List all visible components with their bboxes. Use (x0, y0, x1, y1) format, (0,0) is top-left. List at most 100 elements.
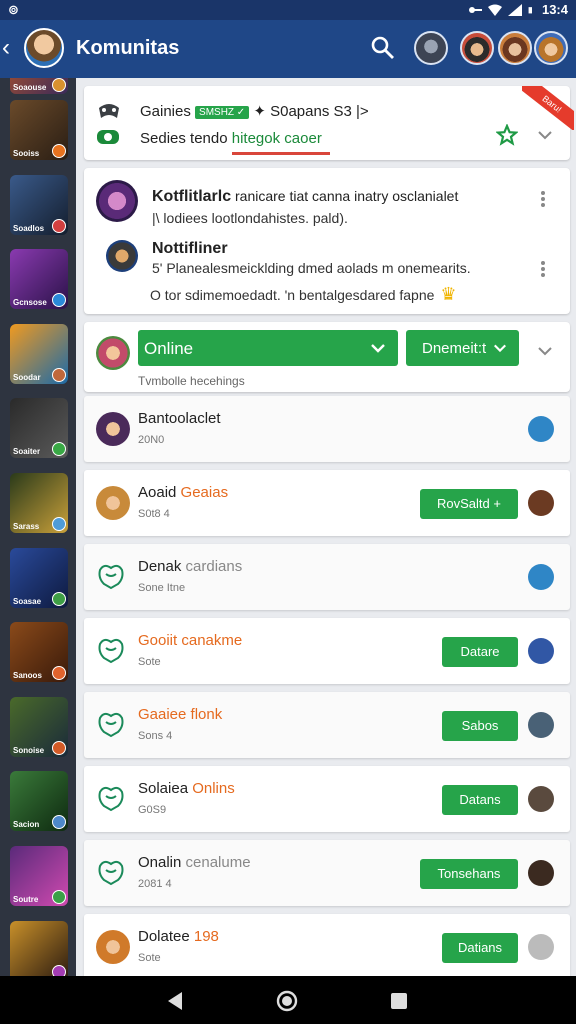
friend-tag: Gaaiee flonk (138, 706, 223, 723)
battery-icon (528, 6, 532, 13)
friend-row[interactable]: Gooiit canakme Sote Datare (84, 618, 570, 684)
sidebar-game-tile[interactable]: Soaiter (10, 398, 68, 459)
status-badge (528, 416, 554, 442)
game-info-card: Gainies SMSHZ ✓ ✦ S0apans S3 |> Sedies t… (84, 86, 574, 160)
home-nav-icon[interactable] (276, 990, 298, 1012)
friend-subtitle: 20N0 (138, 434, 165, 446)
member-avatar[interactable] (498, 31, 532, 65)
sidebar-game-tile[interactable]: Gcnsose (10, 249, 68, 310)
chevron-down-icon (494, 344, 506, 353)
notifications-card: Kotflitlarlc ranicare tiat canna inatry … (84, 168, 570, 314)
friend-row[interactable]: Gaaiee flonk Sons 4 Sabos (84, 692, 570, 758)
game-highlight-link[interactable]: hitegok caoer (232, 130, 322, 147)
app-bar: ‹ Komunitas (0, 20, 576, 78)
friend-tag: Onlins (192, 780, 235, 797)
sidebar-game-tile[interactable]: Soadlos (10, 174, 68, 235)
new-ribbon: Baru! (522, 86, 574, 130)
friend-subtitle: Sote (138, 952, 161, 964)
sidebar-game-tile[interactable]: Sooiss (10, 100, 68, 160)
sidebar-game-tile[interactable]: Sacion (10, 771, 68, 832)
heart-chat-icon (98, 638, 124, 664)
clock: 13:4 (541, 2, 568, 17)
more-options-icon[interactable] (540, 190, 546, 208)
search-icon[interactable] (370, 35, 396, 61)
signal-icon (507, 3, 522, 16)
recents-nav-icon[interactable] (388, 990, 410, 1012)
status-badge (528, 860, 554, 886)
heart-chat-icon (98, 564, 124, 590)
more-options-icon[interactable] (540, 260, 546, 278)
favorite-star-icon[interactable] (496, 124, 518, 146)
friend-tag: Gooiit canakme (138, 632, 243, 649)
friend-action-button[interactable]: Datians (442, 933, 518, 963)
status-badge (52, 517, 66, 531)
sidebar-game-tile[interactable]: Soutre (10, 846, 68, 906)
sidebar-game-tile[interactable]: Sarass (10, 473, 68, 533)
notification-title: Nottifliner (152, 240, 228, 257)
friend-name: Denak (138, 558, 182, 575)
friend-row[interactable]: Bantoolaclet 20N0 (84, 396, 570, 462)
friend-row[interactable]: Denak cardians Sone Itne (84, 544, 570, 610)
back-icon[interactable]: ‹ (2, 34, 20, 62)
friend-row[interactable]: Aoaid Geaias S0t8 4 RovSaltd + (84, 470, 570, 536)
notification-warning: O tor sdimemoedadt. 'n bentalgesdared fa… (150, 287, 435, 303)
sidebar-game-tile[interactable]: Sanoos (10, 622, 68, 683)
friend-row[interactable]: Onalin cenalume 2081 4 Tonsehans (84, 840, 570, 906)
friend-action-button[interactable]: Datare (442, 637, 518, 667)
chevron-down-icon[interactable] (536, 342, 554, 360)
crown-icon: ♛ (440, 284, 457, 304)
notification-detail: |\ lodiees lootlondahistes. pald). (152, 210, 348, 226)
status-bar: ⊚ 13:4 (0, 0, 576, 20)
game-name: Gainies (140, 103, 191, 120)
heart-chat-icon (98, 786, 124, 812)
friend-subtitle: Sone Itne (138, 582, 186, 594)
status-filter-button[interactable]: Dnemeit:t (406, 330, 519, 366)
sidebar-item-label: Sarass (13, 522, 40, 531)
online-status-button[interactable]: Online (138, 330, 398, 366)
friend-action-button[interactable]: Sabos (442, 711, 518, 741)
sidebar-game-tile[interactable]: Sonoise (10, 696, 68, 757)
status-badge (528, 712, 554, 738)
avatar (106, 240, 138, 272)
friend-subtitle: Sote (138, 656, 161, 668)
sidebar-game-tile[interactable]: Soasae (10, 547, 68, 608)
app-notification-icon: ⊚ (8, 2, 19, 17)
status-badge (52, 591, 66, 606)
sidebar-item-label: Soodar (13, 372, 41, 382)
friend-action-button[interactable]: RovSaltd + (420, 489, 518, 519)
sidebar-game-tile[interactable]: Soodar (10, 323, 68, 384)
heart-chat-icon (98, 860, 124, 886)
friend-name: Solaiea (138, 780, 189, 797)
status-card: Online Dnemeit:t Tvmbolle hecehings (84, 322, 570, 392)
friend-name: Dolatee (138, 928, 190, 945)
game-subtitle: Sedies tendo (140, 130, 228, 147)
friend-action-button[interactable]: Datans (442, 785, 518, 815)
friend-subtitle: 2081 4 (138, 878, 172, 890)
community-feed: Gainies SMSHZ ✓ ✦ S0apans S3 |> Sedies t… (84, 78, 574, 980)
status-badge (528, 786, 554, 812)
friend-subtitle: G0S9 (138, 804, 167, 816)
friend-row[interactable]: Solaiea Onlins G0S9 Datans (84, 766, 570, 832)
member-avatar[interactable] (460, 31, 494, 65)
avatar (96, 486, 130, 520)
friend-action-button[interactable]: Tonsehans (420, 859, 518, 889)
community-avatar[interactable] (24, 28, 64, 68)
sidebar-item-label: Sooiss (13, 149, 40, 158)
active-tab-indicator (232, 152, 330, 155)
sidebar-game-tile[interactable]: Soaouse (10, 78, 68, 94)
back-nav-icon[interactable] (164, 990, 186, 1012)
sidebar-item-label: Soadlos (13, 223, 45, 233)
friend-name: Bantoolaclet (138, 410, 221, 427)
achievement-icon (97, 130, 119, 144)
avatar (96, 180, 138, 222)
status-badge (52, 964, 66, 976)
avatar (96, 930, 130, 964)
status-badge (52, 78, 66, 92)
avatar (96, 412, 130, 446)
game-title-line: Gainies SMSHZ ✓ ✦ S0apans S3 |> (140, 102, 369, 120)
sidebar-game-tile[interactable] (10, 920, 68, 976)
friend-row[interactable]: Dolatee 198 Sote Datians (84, 914, 570, 980)
member-avatar[interactable] (534, 31, 568, 65)
sidebar-item-label: Sonoise (13, 745, 45, 755)
member-avatar[interactable] (414, 31, 448, 65)
